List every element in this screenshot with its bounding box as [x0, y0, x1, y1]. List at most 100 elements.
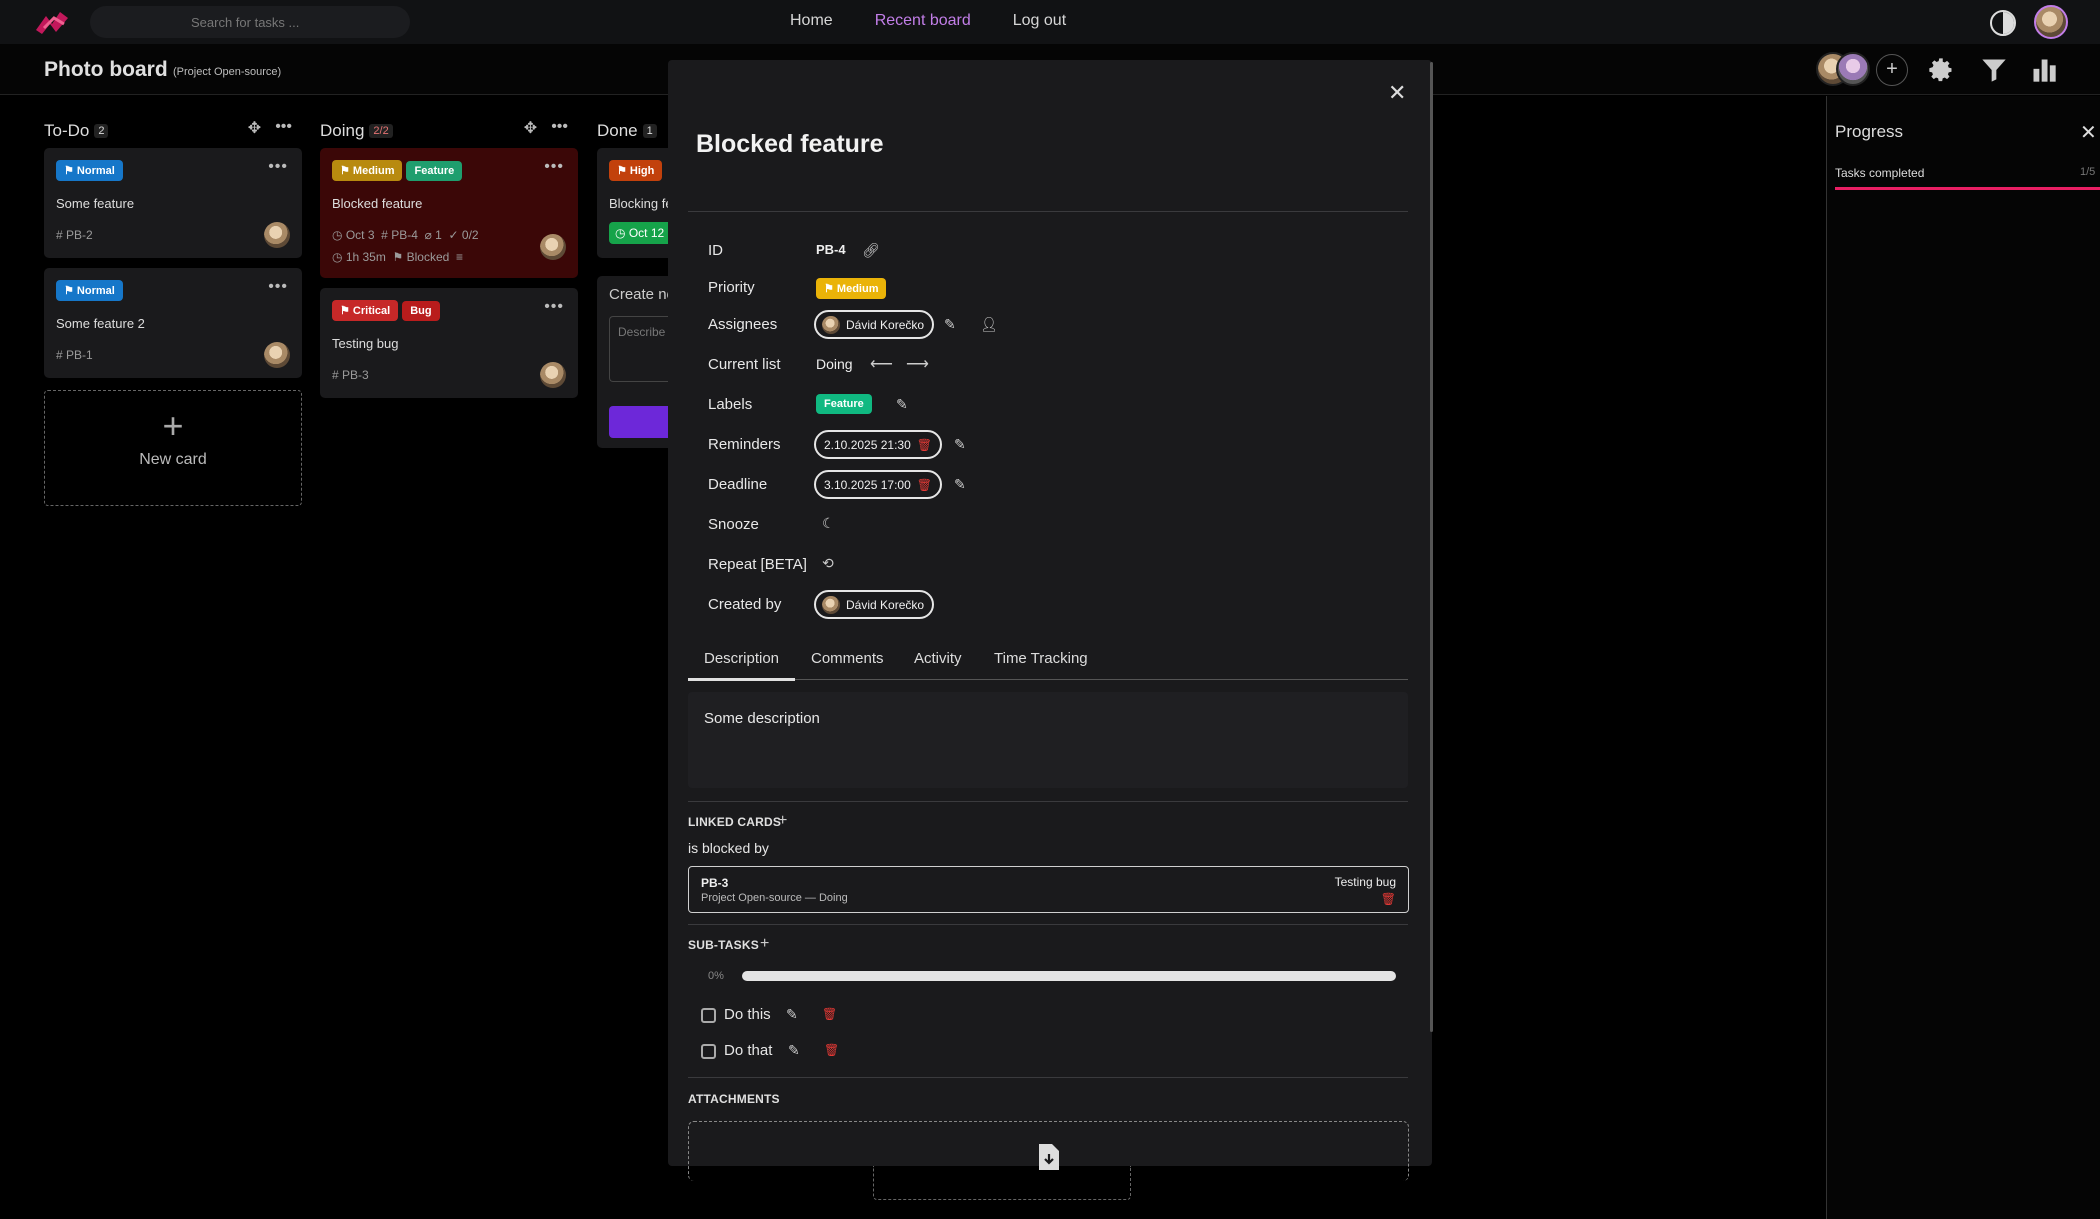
- edit-icon[interactable]: ✎: [786, 1006, 798, 1023]
- column-menu-icon[interactable]: •••: [275, 118, 292, 138]
- deadline-chip[interactable]: 3.10.2025 17:00 🗑︎: [814, 470, 942, 499]
- subtask-checkbox[interactable]: [701, 1044, 716, 1059]
- prop-label-priority: Priority: [708, 279, 755, 296]
- prop-label-current-list: Current list: [708, 356, 781, 373]
- user-avatar[interactable]: [2034, 5, 2068, 39]
- card-assignee-avatar: [264, 342, 290, 368]
- nav-home-link[interactable]: Home: [790, 12, 833, 30]
- tab-time-tracking[interactable]: Time Tracking: [994, 650, 1088, 667]
- create-card-input[interactable]: Describe: [609, 316, 677, 382]
- modal-title: Blocked feature: [696, 130, 884, 158]
- add-member-button[interactable]: +: [1876, 54, 1908, 86]
- card-id-value: PB-4: [816, 242, 846, 257]
- move-icon[interactable]: ✥: [248, 118, 261, 138]
- edit-icon[interactable]: ✎: [944, 316, 956, 333]
- description-icon: ≡: [456, 250, 464, 264]
- card-date-badge: ◷ Oct 12: [609, 222, 671, 244]
- edit-icon[interactable]: ✎: [954, 476, 966, 493]
- theme-toggle-icon[interactable]: [1990, 10, 2016, 36]
- card-id: # PB-2: [56, 228, 93, 242]
- subtasks-progress-label: 0%: [708, 970, 724, 982]
- top-navbar: Search for tasks ... Home Recent board L…: [0, 0, 2100, 44]
- move-icon[interactable]: ✥: [524, 118, 537, 138]
- tasks-completed-label: Tasks completed: [1835, 166, 1925, 180]
- filter-icon[interactable]: [1980, 56, 2008, 84]
- label-badge[interactable]: Feature: [816, 394, 872, 414]
- card-id: # PB-3: [332, 368, 369, 382]
- subtask-label: Do this: [724, 1006, 771, 1023]
- new-card-button[interactable]: + New card: [44, 390, 302, 506]
- creator-chip[interactable]: Dávid Korečko: [814, 590, 935, 619]
- card[interactable]: ⚑ Normal ••• Some feature 2 # PB-1: [44, 268, 302, 378]
- card[interactable]: ⚑ Critical Bug ••• Testing bug # PB-3: [320, 288, 578, 398]
- close-icon[interactable]: ✕: [2080, 120, 2097, 145]
- chart-icon[interactable]: [2030, 56, 2058, 84]
- card[interactable]: ⚑ Normal ••• Some feature # PB-2: [44, 148, 302, 258]
- column-menu-icon[interactable]: •••: [551, 118, 568, 138]
- nav-links: Home Recent board Log out: [790, 12, 1066, 30]
- link-icon[interactable]: 🔗︎: [862, 242, 880, 259]
- gear-icon[interactable]: [1927, 56, 1955, 84]
- edit-icon[interactable]: ✎: [788, 1042, 800, 1059]
- create-card-submit-button[interactable]: [609, 406, 677, 438]
- creator-avatar: [822, 595, 840, 614]
- trash-icon[interactable]: 🗑︎: [822, 1007, 837, 1021]
- priority-badge[interactable]: ⚑ Medium: [816, 278, 887, 299]
- close-icon[interactable]: ✕: [1388, 80, 1406, 106]
- label-badge: Bug: [402, 301, 440, 321]
- trash-icon[interactable]: 🗑︎: [917, 478, 932, 492]
- tab-activity[interactable]: Activity: [914, 650, 962, 667]
- card-assignee-avatar: [540, 362, 566, 388]
- trash-icon[interactable]: 🗑︎: [824, 1043, 839, 1057]
- card[interactable]: ⚑ Medium Feature ••• Blocked feature ◷ Oc…: [320, 148, 578, 278]
- assignee-avatar: [822, 315, 840, 334]
- reminder-chip[interactable]: 2.10.2025 21:30 🗑︎: [814, 430, 942, 459]
- search-input[interactable]: Search for tasks ...: [90, 6, 410, 38]
- nav-recent-board-link[interactable]: Recent board: [875, 12, 971, 30]
- card-assignee-avatar: [264, 222, 290, 248]
- moon-icon[interactable]: ☾: [822, 515, 835, 532]
- tab-description[interactable]: Description: [704, 650, 779, 667]
- add-subtask-icon[interactable]: +: [760, 935, 769, 953]
- board-title: Photo board: [44, 58, 168, 81]
- card-id: # PB-1: [56, 348, 93, 362]
- arrow-left-icon[interactable]: ⟵: [870, 354, 893, 374]
- tab-comments[interactable]: Comments: [811, 650, 884, 667]
- blocked-status: Blocked: [406, 250, 450, 264]
- card-menu-icon[interactable]: •••: [268, 158, 288, 176]
- nav-logout-link[interactable]: Log out: [1013, 12, 1066, 30]
- trash-icon[interactable]: 🗑︎: [917, 438, 932, 452]
- prop-label-labels: Labels: [708, 396, 753, 413]
- trash-icon[interactable]: 🗑︎: [1381, 892, 1396, 906]
- card-title: Some feature: [56, 196, 135, 211]
- linked-cards-header: LINKED CARDS: [688, 815, 782, 829]
- edit-icon[interactable]: ✎: [896, 396, 908, 413]
- board-members[interactable]: [1816, 52, 1872, 86]
- modal-scrollbar[interactable]: [1430, 62, 1433, 1032]
- card-menu-icon[interactable]: •••: [544, 158, 564, 176]
- add-user-icon[interactable]: 👤︎: [980, 316, 998, 333]
- add-link-icon[interactable]: +: [778, 812, 787, 830]
- prop-label-repeat: Repeat [BETA]: [708, 556, 807, 573]
- subtasks-progress-bar: [742, 971, 1396, 981]
- attachment-count: 1: [435, 228, 442, 242]
- linked-card[interactable]: PB-3 Project Open-source — Doing Testing…: [688, 866, 1409, 913]
- arrow-right-icon[interactable]: ⟶: [906, 354, 929, 374]
- member-avatar[interactable]: [1836, 52, 1870, 86]
- repeat-icon[interactable]: ⟲: [822, 555, 834, 572]
- attachments-header: ATTACHMENTS: [688, 1092, 780, 1106]
- linked-card-title: Testing bug: [1334, 875, 1396, 889]
- linked-card-path: Project Open-source — Doing: [701, 892, 848, 904]
- subtask-checkbox[interactable]: [701, 1008, 716, 1023]
- tasks-completed-bar: [1835, 187, 2100, 190]
- description-editor[interactable]: [688, 692, 1408, 788]
- app-logo-icon[interactable]: [34, 8, 70, 36]
- card-id: PB-4: [391, 228, 418, 242]
- card-menu-icon[interactable]: •••: [544, 298, 564, 316]
- card-title: Some feature 2: [56, 316, 145, 331]
- card[interactable]: ⚑ High Blocking fe ◷ Oct 12: [597, 148, 677, 258]
- assignee-chip[interactable]: Dávid Korečko: [814, 310, 935, 339]
- edit-icon[interactable]: ✎: [954, 436, 966, 453]
- card-menu-icon[interactable]: •••: [268, 278, 288, 296]
- column-title: Done: [597, 121, 638, 140]
